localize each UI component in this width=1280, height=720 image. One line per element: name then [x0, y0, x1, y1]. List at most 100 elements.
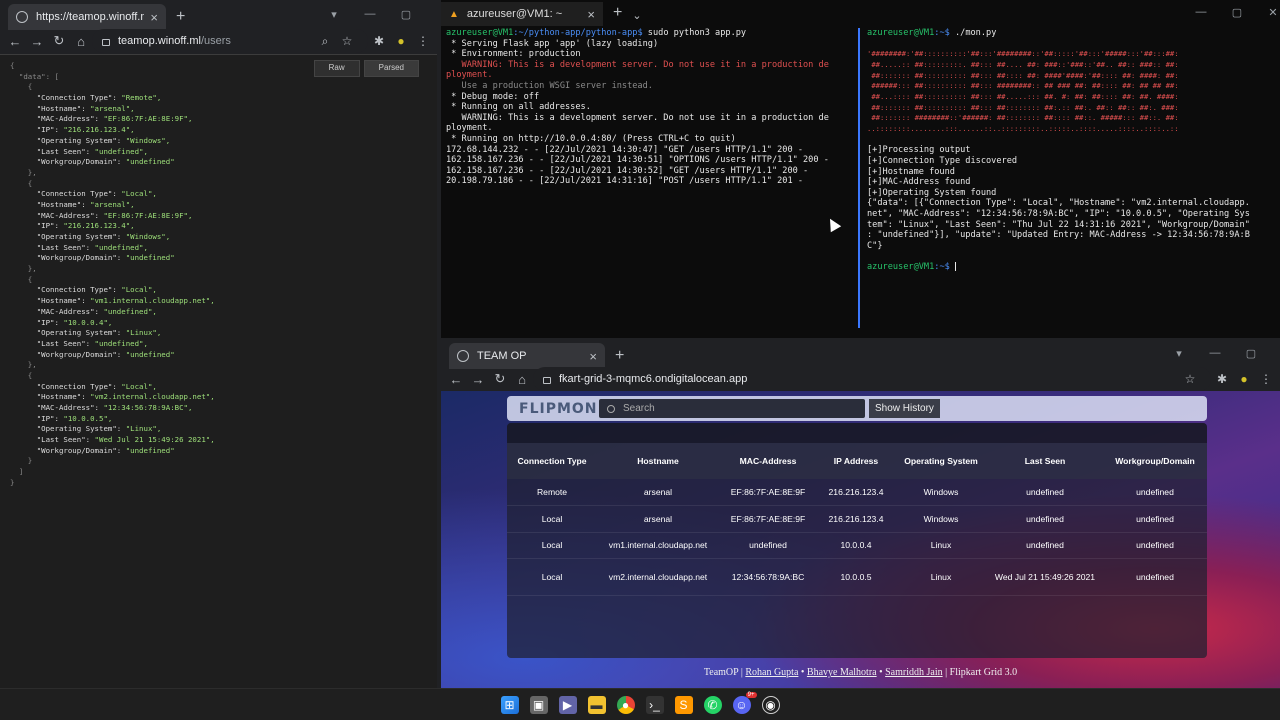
table-cell: arsenal — [597, 505, 719, 533]
json-line: { — [10, 61, 215, 72]
terminal-tab-strip: ▲ azureuser@VM1: ~ × + ⌄ — [441, 2, 642, 26]
new-tab-button[interactable]: + — [176, 8, 185, 26]
col-last-seen[interactable]: Last Seen — [987, 443, 1103, 479]
json-viewer: Raw Parsed { "data": [ { "Connection Typ… — [0, 54, 437, 688]
menu-icon[interactable]: ⋮ — [412, 34, 434, 48]
json-line: "Workgroup/Domain": "undefined" — [10, 350, 215, 361]
whatsapp-icon[interactable]: ✆ — [703, 695, 722, 714]
footer-member-link[interactable]: Rohan Gupta — [745, 667, 798, 678]
table-cell: 12:34:56:78:9A:BC — [719, 558, 817, 597]
show-history-button[interactable]: Show History — [869, 399, 940, 418]
discord-icon[interactable]: ☺ 9+ — [732, 691, 757, 714]
json-value: "undefined" — [125, 349, 175, 359]
close-tab-icon[interactable]: × — [587, 7, 595, 22]
maximize-button[interactable]: ▢ — [1233, 347, 1269, 360]
page-viewport: FLIPMON Search Show History Connection T… — [441, 391, 1280, 688]
avatar[interactable]: ● — [1233, 372, 1255, 386]
parsed-tab[interactable]: Parsed — [363, 60, 419, 77]
table-row[interactable]: Local vm1.internal.cloudapp.net undefined 1… — [507, 532, 1207, 560]
json-line: "Operating System": "Windows", — [10, 136, 215, 147]
new-tab-button[interactable]: + — [615, 347, 624, 365]
json-value: "216.216.123.4", — [63, 221, 135, 231]
teams-chat-icon[interactable]: ▶ — [558, 695, 577, 714]
reload-button[interactable]: ↻ — [48, 33, 70, 49]
profile-dropdown-icon[interactable]: ▾ — [1161, 347, 1197, 360]
menu-icon[interactable]: ⋮ — [1255, 372, 1277, 386]
json-line: "Last Seen": "Wed Jul 21 15:49:26 2021", — [10, 435, 215, 446]
table-row[interactable]: Local vm2.internal.cloudapp.net 12:34:56:7… — [507, 558, 1207, 597]
table-cell: Windows — [895, 479, 987, 507]
table-row[interactable]: Local arsenal EF:86:7F:AE:8E:9F 216.216.123… — [507, 505, 1207, 533]
json-line: { — [10, 371, 215, 382]
col-hostname[interactable]: Hostname — [597, 443, 719, 479]
profile-dropdown-icon[interactable]: ▾ — [316, 8, 352, 21]
col-operating-system[interactable]: Operating System — [895, 443, 987, 479]
table-row[interactable]: Remote arsenal EF:86:7F:AE:8E:9F 216.216.12… — [507, 479, 1207, 507]
terminal-tab[interactable]: ▲ azureuser@VM1: ~ × — [441, 2, 603, 26]
json-punct: "data": [ — [10, 71, 59, 81]
minimize-button[interactable]: — — [1183, 6, 1219, 19]
prompt-path: :~$ — [934, 28, 950, 38]
terminal-output-line: * Running on all addresses. — [446, 102, 591, 113]
col-workgroup-domain[interactable]: Workgroup/Domain — [1103, 443, 1207, 479]
json-value: "Linux", — [125, 328, 162, 338]
col-mac-address[interactable]: MAC-Address — [719, 443, 817, 479]
col-ip-address[interactable]: IP Address — [817, 443, 895, 479]
terminal-pane-monitor[interactable]: azureuser@VM1:~$ ./mon.py '########:'##:… — [867, 28, 1279, 334]
footer-member-link[interactable]: Samriddh Jain — [885, 667, 943, 678]
star-icon[interactable]: ☆ — [336, 34, 358, 48]
search-input[interactable]: Search — [599, 399, 865, 418]
sublime-text-icon[interactable]: S — [674, 695, 693, 714]
col-connection-type[interactable]: Connection Type — [507, 443, 597, 479]
extensions-icon[interactable]: ✱ — [368, 34, 390, 48]
terminal-icon[interactable]: ›_ — [645, 695, 664, 714]
reload-button[interactable]: ↻ — [489, 371, 511, 387]
tab-users-json[interactable]: https://teamop.winoff.ml/users × — [8, 4, 166, 30]
json-key: "Connection Type": — [10, 189, 122, 199]
search-icon[interactable]: ⌕ — [314, 34, 336, 49]
json-key: "IP": — [10, 413, 64, 423]
address-bar[interactable]: teamop.winoff.ml/users ⌕ ☆ — [92, 29, 368, 53]
github-icon[interactable]: ◉ — [761, 695, 780, 714]
terminal-dropdown-icon[interactable]: ⌄ — [632, 9, 641, 22]
table-body: Remote arsenal EF:86:7F:AE:8E:9F 216.216.12… — [507, 479, 1207, 597]
json-line: "Connection Type": "Local", — [10, 189, 215, 200]
pane-divider[interactable] — [858, 28, 860, 328]
json-line: { — [10, 179, 215, 190]
star-icon[interactable]: ☆ — [1179, 372, 1201, 386]
address-bar[interactable]: fkart-grid-3-mqmc6.ondigitalocean.app ☆ — [533, 367, 1211, 391]
file-explorer-icon[interactable]: ▬ — [587, 695, 606, 714]
terminal-output-line: 162.158.167.236 - - [22/Jul/2021 14:30:5… — [446, 165, 809, 176]
prompt-path: :~/python-app/python-app$ — [513, 28, 643, 38]
avatar[interactable]: ● — [390, 34, 412, 48]
close-tab-icon[interactable]: × — [589, 349, 597, 364]
json-value: "undefined" — [125, 445, 175, 455]
forward-button[interactable]: → — [467, 372, 489, 387]
maximize-button[interactable]: ▢ — [1219, 6, 1255, 19]
back-button[interactable]: ← — [4, 34, 26, 49]
raw-tab[interactable]: Raw — [313, 60, 360, 77]
minimize-button[interactable]: — — [352, 8, 388, 21]
new-terminal-tab-button[interactable]: + — [613, 4, 622, 22]
maximize-button[interactable]: ▢ — [388, 8, 424, 21]
task-view-icon[interactable]: ▣ — [529, 695, 548, 714]
terminal-pane-server[interactable]: azureuser@VM1:~/python-app/python-app$ s… — [446, 28, 856, 334]
footer-member-link[interactable]: Bhavye Malhotra — [807, 667, 877, 678]
json-line: "Connection Type": "Remote", — [10, 93, 215, 104]
forward-button[interactable]: → — [26, 34, 48, 49]
json-value: "undefined", — [94, 242, 148, 252]
close-button[interactable]: ✕ — [1255, 6, 1280, 19]
close-tab-icon[interactable]: × — [150, 10, 158, 25]
table-cell: Windows — [895, 505, 987, 533]
chrome-icon[interactable]: ● — [616, 695, 635, 714]
extensions-icon[interactable]: ✱ — [1211, 372, 1233, 386]
terminal-output-line: * Debug mode: off — [446, 91, 540, 102]
windows-start-icon[interactable]: ⊞ — [500, 695, 519, 714]
home-button[interactable]: ⌂ — [70, 34, 92, 49]
back-button[interactable]: ← — [445, 372, 467, 387]
globe-icon — [457, 350, 469, 362]
tab-team-op[interactable]: TEAM OP × — [449, 343, 605, 369]
minimize-button[interactable]: — — [1197, 347, 1233, 360]
home-button[interactable]: ⌂ — [511, 372, 533, 387]
window-controls: ▾ — ▢ — [316, 8, 424, 21]
